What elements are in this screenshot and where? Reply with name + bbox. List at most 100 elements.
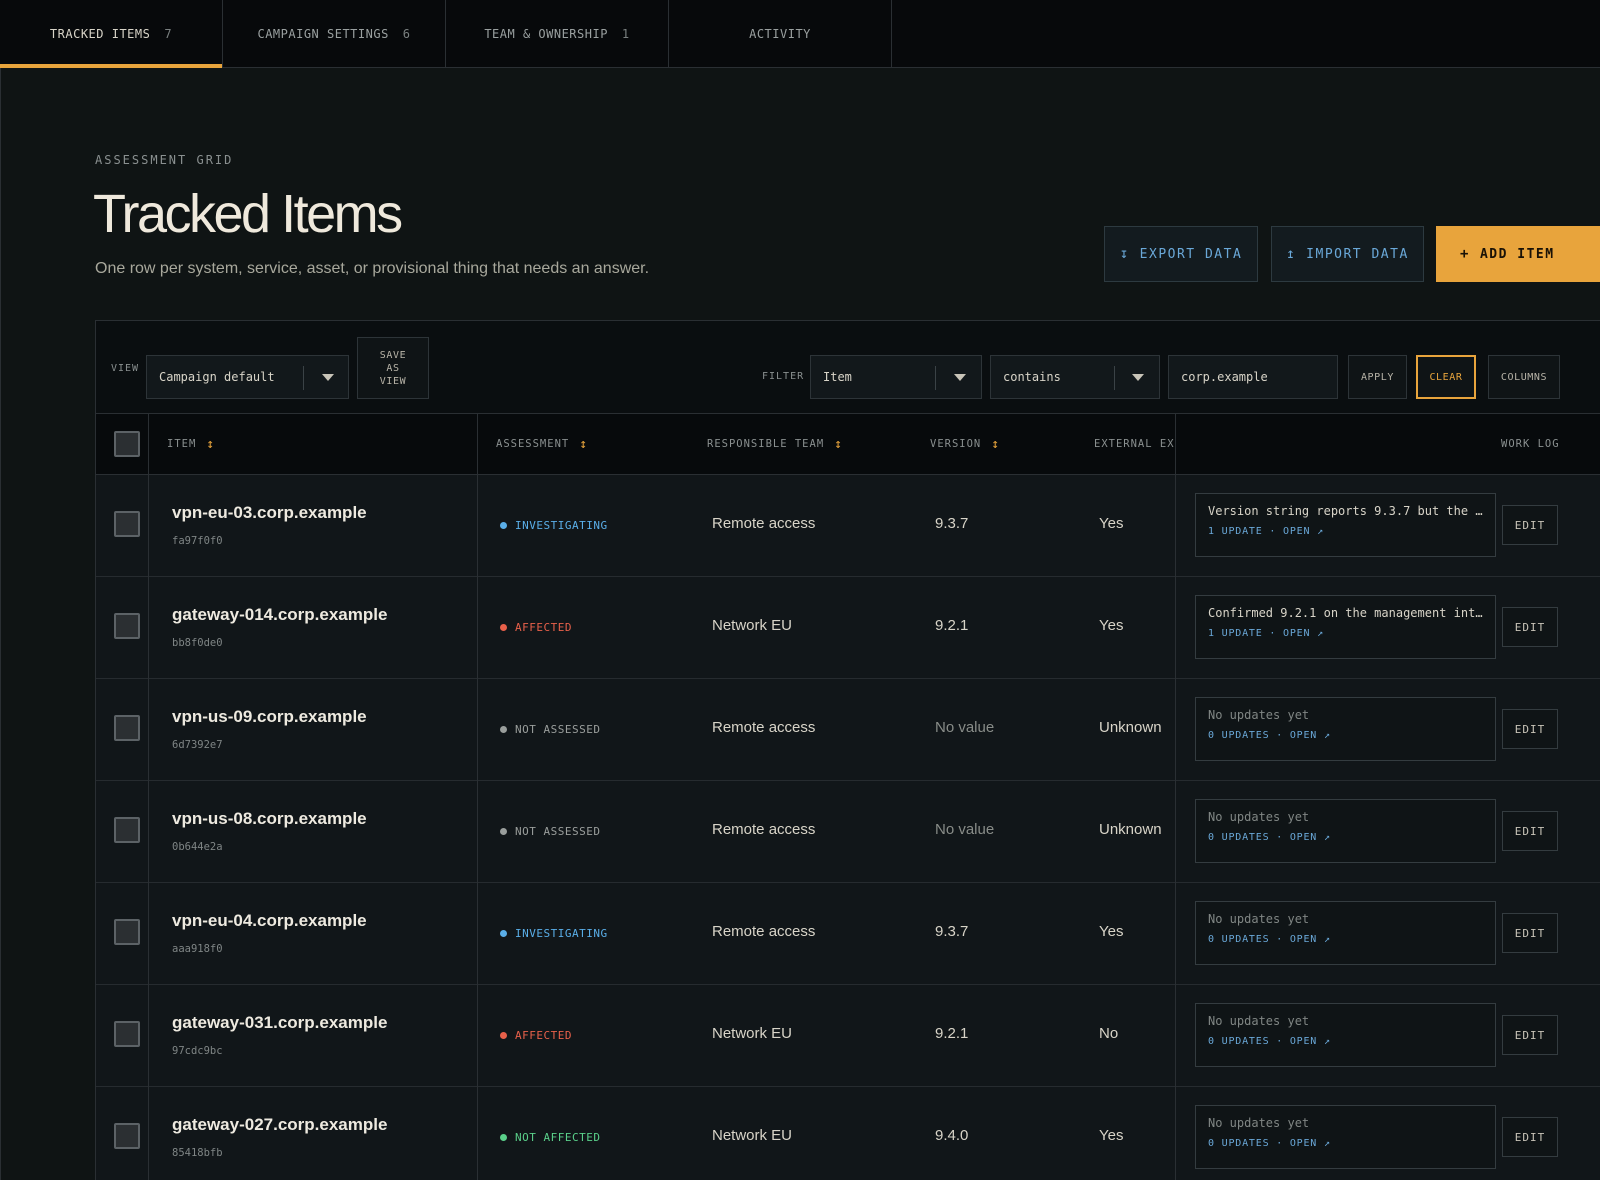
- assessment-status-label: INVESTIGATING: [515, 927, 608, 940]
- add-item-button[interactable]: + ADD ITEM: [1436, 226, 1600, 282]
- import-data-button[interactable]: ↥ IMPORT DATA: [1271, 226, 1424, 282]
- tab-label: TEAM & OWNERSHIP: [484, 26, 608, 41]
- apply-button[interactable]: APPLY: [1348, 355, 1407, 399]
- column-header-external[interactable]: EXTERNAL EXP: [1094, 414, 1176, 474]
- work-log-updates-link[interactable]: 0 UPDATES · OPEN ↗: [1208, 934, 1483, 945]
- assessment-status-badge: AFFECTED: [500, 1029, 572, 1042]
- item-name: gateway-014.corp.example: [172, 605, 388, 624]
- edit-button[interactable]: EDIT: [1502, 1015, 1558, 1055]
- external-exposure-value: Yes: [1099, 617, 1124, 634]
- status-dot-icon: [500, 930, 507, 937]
- table-row[interactable]: vpn-us-08.corp.example 0b644e2a NOT ASSE…: [96, 781, 1600, 883]
- column-header-item[interactable]: ITEM ↕: [167, 414, 215, 474]
- work-log-card[interactable]: Confirmed 9.2.1 on the management inte..…: [1195, 595, 1496, 659]
- row-checkbox[interactable]: [114, 613, 140, 639]
- status-dot-icon: [500, 522, 507, 529]
- work-log-updates-link[interactable]: 0 UPDATES · OPEN ↗: [1208, 832, 1483, 843]
- edit-button[interactable]: EDIT: [1502, 709, 1558, 749]
- tab-label: TRACKED ITEMS: [49, 26, 151, 41]
- item-name: vpn-eu-04.corp.example: [172, 911, 367, 930]
- row-checkbox[interactable]: [114, 511, 140, 537]
- work-log-note: No updates yet: [1208, 810, 1310, 824]
- columns-button[interactable]: COLUMNS: [1488, 355, 1560, 399]
- row-checkbox[interactable]: [114, 715, 140, 741]
- download-arrow-icon: ↧: [1119, 246, 1130, 262]
- tab-team-ownership[interactable]: TEAM & OWNERSHIP 1: [446, 0, 669, 67]
- assessment-status-badge: NOT ASSESSED: [500, 825, 600, 838]
- edit-button[interactable]: EDIT: [1502, 505, 1558, 545]
- work-log-card[interactable]: No updates yet 0 UPDATES · OPEN ↗: [1195, 901, 1496, 965]
- edit-button[interactable]: EDIT: [1502, 1117, 1558, 1157]
- page-subtitle: One row per system, service, asset, or p…: [95, 260, 650, 277]
- item-name: gateway-027.corp.example: [172, 1115, 388, 1134]
- tab-tracked-items[interactable]: TRACKED ITEMS 7: [0, 0, 223, 68]
- item-id: fa97f0f0: [172, 535, 223, 547]
- assessment-status-badge: NOT AFFECTED: [500, 1131, 600, 1144]
- work-log-card[interactable]: No updates yet 0 UPDATES · OPEN ↗: [1195, 1105, 1496, 1169]
- sort-arrows-icon: ↕: [834, 436, 843, 452]
- sort-arrows-icon: ↕: [579, 436, 589, 452]
- tab-activity[interactable]: ACTIVITY: [669, 0, 892, 67]
- table-row[interactable]: gateway-031.corp.example 97cdc9bc AFFECT…: [96, 985, 1600, 1087]
- work-log-updates-link[interactable]: 1 UPDATE · OPEN ↗: [1208, 628, 1483, 639]
- row-checkbox[interactable]: [114, 919, 140, 945]
- item-name: vpn-us-09.corp.example: [172, 707, 367, 726]
- responsible-team: Remote access: [712, 821, 816, 838]
- table-row[interactable]: vpn-eu-03.corp.example fa97f0f0 INVESTIG…: [96, 475, 1600, 577]
- version-value: 9.3.7: [935, 515, 969, 532]
- filter-value-input[interactable]: [1168, 355, 1338, 399]
- chevron-down-icon: [322, 374, 334, 381]
- work-log-card[interactable]: No updates yet 0 UPDATES · OPEN ↗: [1195, 799, 1496, 863]
- row-checkbox[interactable]: [114, 1123, 140, 1149]
- work-log-updates-link[interactable]: 0 UPDATES · OPEN ↗: [1208, 1036, 1483, 1047]
- save-as-view-label-line: AS: [386, 362, 400, 374]
- work-log-updates-link[interactable]: 0 UPDATES · OPEN ↗: [1208, 730, 1483, 741]
- row-checkbox[interactable]: [114, 1021, 140, 1047]
- responsible-team: Remote access: [712, 515, 816, 532]
- column-header-team[interactable]: RESPONSIBLE TEAM ↕: [707, 414, 843, 474]
- column-header-version[interactable]: VERSION ↕: [930, 414, 1000, 474]
- assessment-status-badge: NOT ASSESSED: [500, 723, 600, 736]
- save-as-view-button[interactable]: SAVE AS VIEW: [357, 337, 429, 399]
- column-header-assessment[interactable]: ASSESSMENT ↕: [496, 414, 588, 474]
- responsible-team: Network EU: [712, 1025, 793, 1042]
- view-select[interactable]: Campaign default: [146, 355, 349, 399]
- filter-field-value: Item: [823, 370, 852, 384]
- tab-label: CAMPAIGN SETTINGS: [257, 26, 389, 41]
- table-row[interactable]: gateway-014.corp.example bb8f0de0 AFFECT…: [96, 577, 1600, 679]
- row-checkbox[interactable]: [114, 817, 140, 843]
- select-divider: [935, 366, 936, 390]
- status-dot-icon: [500, 624, 507, 631]
- view-label: VIEW: [111, 363, 140, 374]
- edit-button[interactable]: EDIT: [1502, 913, 1558, 953]
- external-exposure-value: Yes: [1099, 1127, 1124, 1144]
- work-log-card[interactable]: No updates yet 0 UPDATES · OPEN ↗: [1195, 1003, 1496, 1067]
- clear-button[interactable]: CLEAR: [1416, 355, 1476, 399]
- status-dot-icon: [500, 1134, 507, 1141]
- filter-operator-select[interactable]: contains: [990, 355, 1160, 399]
- table-row[interactable]: vpn-us-09.corp.example 6d7392e7 NOT ASSE…: [96, 679, 1600, 781]
- work-log-updates-link[interactable]: 0 UPDATES · OPEN ↗: [1208, 1138, 1483, 1149]
- work-log-updates-link[interactable]: 1 UPDATE · OPEN ↗: [1208, 526, 1483, 537]
- export-data-button[interactable]: ↧ EXPORT DATA: [1104, 226, 1258, 282]
- assessment-status-label: NOT AFFECTED: [515, 1131, 601, 1144]
- external-exposure-value: Yes: [1099, 923, 1124, 940]
- grid-toolbar: VIEW Campaign default SAVE AS VIEW FILTE…: [96, 321, 1600, 414]
- version-value: 9.2.1: [935, 1025, 969, 1042]
- tab-count: 7: [164, 26, 173, 41]
- work-log-card[interactable]: Version string reports 9.3.7 but the b..…: [1195, 493, 1496, 557]
- table-row[interactable]: vpn-eu-04.corp.example aaa918f0 INVESTIG…: [96, 883, 1600, 985]
- table-header: ITEM ↕ ASSESSMENT ↕ RESPONSIBLE TEAM ↕ V…: [96, 414, 1600, 475]
- tab-campaign-settings[interactable]: CAMPAIGN SETTINGS 6: [223, 0, 446, 67]
- edit-button[interactable]: EDIT: [1502, 607, 1558, 647]
- column-divider: [148, 414, 149, 1180]
- work-log-card[interactable]: No updates yet 0 UPDATES · OPEN ↗: [1195, 697, 1496, 761]
- table-row[interactable]: gateway-027.corp.example 85418bfb NOT AF…: [96, 1087, 1600, 1180]
- select-all-checkbox[interactable]: [114, 431, 140, 457]
- column-header-label: VERSION: [930, 438, 982, 450]
- item-id: 6d7392e7: [172, 739, 223, 751]
- filter-operator-value: contains: [1003, 370, 1061, 384]
- filter-field-select[interactable]: Item: [810, 355, 982, 399]
- edit-button[interactable]: EDIT: [1502, 811, 1558, 851]
- tab-bar: TRACKED ITEMS 7 CAMPAIGN SETTINGS 6 TEAM…: [0, 0, 1600, 68]
